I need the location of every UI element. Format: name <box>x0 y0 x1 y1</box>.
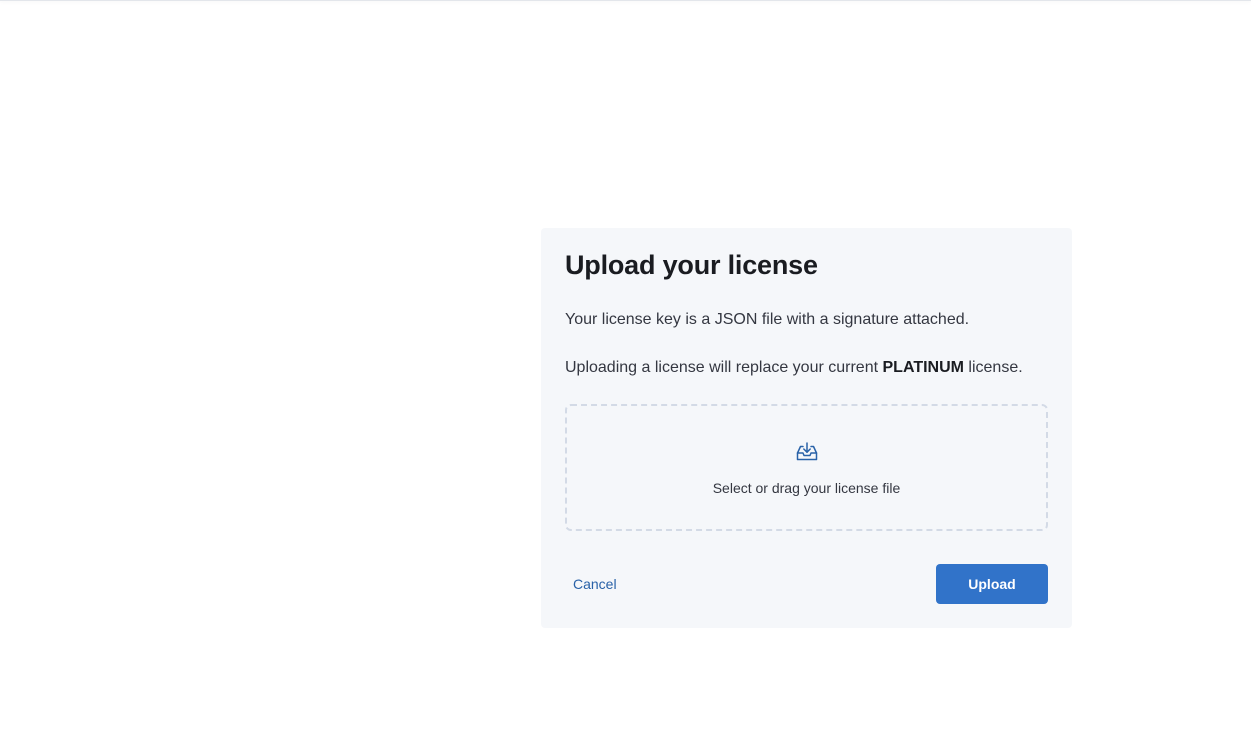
cancel-button[interactable]: Cancel <box>565 564 627 604</box>
notice-suffix: license. <box>963 359 1023 376</box>
dropzone-label: Select or drag your license file <box>712 480 901 496</box>
license-replace-notice: Uploading a license will replace your cu… <box>565 359 1023 377</box>
upload-button[interactable]: Upload <box>936 564 1048 604</box>
license-file-dropzone[interactable]: Select or drag your license file <box>565 404 1048 531</box>
page-title: Upload your license <box>565 250 818 280</box>
top-header-edge <box>0 0 1251 1</box>
license-description: Your license key is a JSON file with a s… <box>565 311 970 328</box>
upload-license-panel: Upload your license Your license key is … <box>541 228 1072 628</box>
import-icon <box>795 440 819 464</box>
notice-prefix: Uploading a license will replace your cu… <box>565 359 883 376</box>
current-license-level: PLATINUM <box>882 359 964 376</box>
